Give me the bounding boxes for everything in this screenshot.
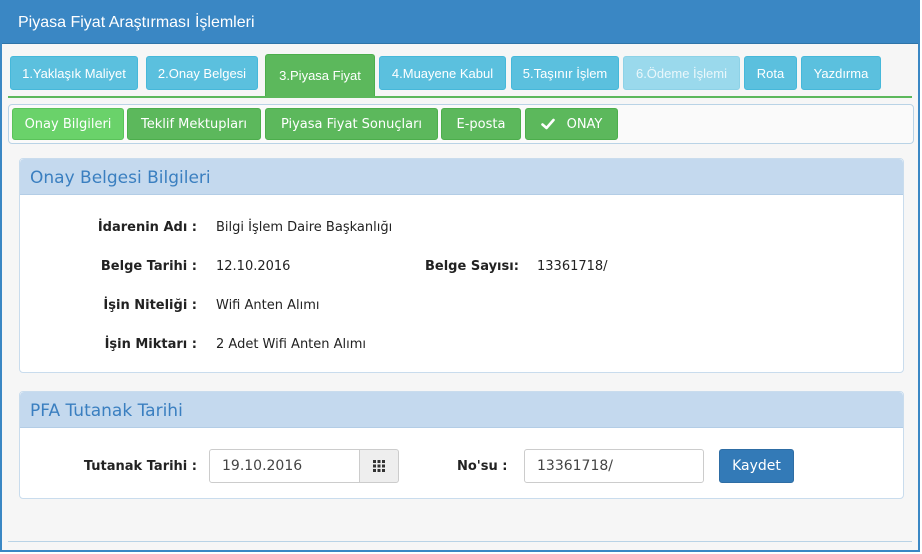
isin-niteligi-value: Wifi Anten Alımı: [216, 298, 320, 313]
kaydet-button[interactable]: Kaydet: [719, 449, 794, 483]
window-title: Piyasa Fiyat Araştırması İşlemleri: [2, 2, 918, 44]
onay-belgesi-panel: Onay Belgesi Bilgileri İdarenin Adı : Bi…: [19, 158, 904, 373]
isin-miktari-label: İşin Miktarı :: [104, 337, 197, 352]
tab-tasinir-islem[interactable]: 5.Taşınır İşlem: [511, 56, 619, 90]
sub-tabs-bar: Onay Bilgileri Teklif Mektupları Piyasa …: [8, 104, 914, 144]
pfa-tutanak-panel: PFA Tutanak Tarihi Tutanak Tarihi : 19.1…: [19, 391, 904, 499]
belge-sayisi-label: Belge Sayısı:: [425, 259, 519, 274]
tutanak-tarihi-label: Tutanak Tarihi :: [83, 459, 197, 474]
app-window: Piyasa Fiyat Araştırması İşlemleri 1.Yak…: [0, 0, 920, 552]
subtab-e-posta[interactable]: E-posta: [441, 108, 521, 140]
tab-muayene-kabul[interactable]: 4.Muayene Kabul: [379, 56, 506, 90]
subtab-teklif-mektuplari[interactable]: Teklif Mektupları: [127, 108, 261, 140]
tab-yaklasik-maliyet[interactable]: 1.Yaklaşık Maliyet: [10, 56, 138, 90]
onay-button[interactable]: ONAY: [525, 108, 618, 140]
tab-onay-belgesi[interactable]: 2.Onay Belgesi: [146, 56, 258, 90]
belge-sayisi-value: 13361718/: [537, 259, 608, 274]
subtab-piyasa-fiyat-sonuclari[interactable]: Piyasa Fiyat Sonuçları: [265, 108, 438, 140]
tab-piyasa-fiyat[interactable]: 3.Piyasa Fiyat: [265, 54, 375, 96]
panel-title: Onay Belgesi Bilgileri: [20, 159, 903, 195]
isin-niteligi-label: İşin Niteliği :: [103, 298, 197, 313]
belge-tarihi-value: 12.10.2016: [216, 259, 291, 274]
belge-tarihi-label: Belge Tarihi :: [100, 259, 197, 274]
bottom-divider: [8, 541, 912, 542]
calendar-button[interactable]: [359, 449, 399, 483]
tab-rota[interactable]: Rota: [744, 56, 797, 90]
main-tabs: 1.Yaklaşık Maliyet 2.Onay Belgesi 3.Piya…: [8, 54, 912, 98]
onay-button-label: ONAY: [566, 116, 603, 132]
tutanak-tarihi-input[interactable]: 19.10.2016: [209, 449, 360, 483]
tab-odeme-islemi[interactable]: 6.Ödeme İşlemi: [623, 56, 740, 90]
tab-yazdirma[interactable]: Yazdırma: [801, 56, 881, 90]
subtab-onay-bilgileri[interactable]: Onay Bilgileri: [12, 108, 124, 140]
idare-label: İdarenin Adı :: [97, 220, 197, 235]
check-icon: [540, 117, 555, 131]
no-label: No'su :: [457, 459, 508, 474]
panel-title: PFA Tutanak Tarihi: [20, 392, 903, 428]
no-input[interactable]: 13361718/: [524, 449, 704, 483]
idare-value: Bilgi İşlem Daire Başkanlığı: [216, 220, 393, 235]
calendar-grid-icon: [373, 460, 385, 472]
isin-miktari-value: 2 Adet Wifi Anten Alımı: [216, 337, 367, 352]
